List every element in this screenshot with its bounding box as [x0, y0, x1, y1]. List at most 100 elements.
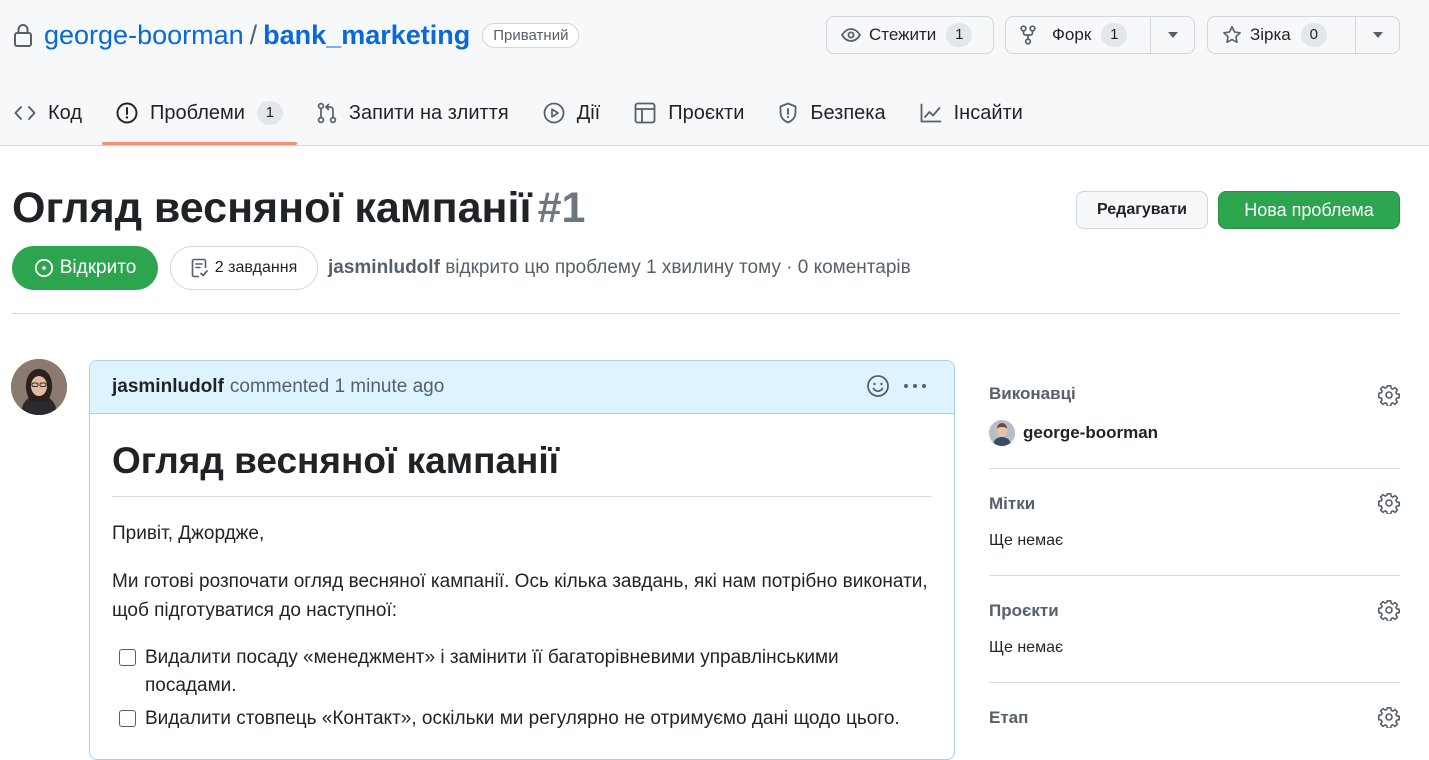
fork-icon [1020, 25, 1036, 45]
caret-down-icon [1372, 32, 1383, 38]
list-item: Видалити стовпець «Контакт», оскільки ми… [112, 705, 932, 733]
tasks-badge-label: 2 завдання [214, 259, 298, 276]
comment-intro: Ми готові розпочати огляд весняної кампа… [112, 571, 928, 621]
code-icon [14, 106, 36, 120]
issue-icon [116, 102, 138, 124]
kebab-horizontal-icon[interactable] [902, 374, 928, 398]
watch-group: Стежити 1 [826, 16, 994, 54]
avatar[interactable] [11, 359, 67, 415]
comment-author-link[interactable]: jasminludolf [112, 376, 224, 398]
checklist-icon [191, 258, 208, 278]
task-checkbox[interactable] [119, 710, 136, 727]
fork-count: 1 [1101, 23, 1128, 47]
comment-header: jasminludolf commented 1 minute ago [90, 361, 954, 414]
new-issue-button[interactable]: Нова проблема [1218, 191, 1400, 229]
sidebar-assignees: Виконавці george-boorman [989, 370, 1400, 469]
watch-button[interactable]: Стежити 1 [826, 16, 994, 54]
issue-author-link[interactable]: jasminludolf [328, 257, 440, 278]
tab-pull-requests-label: Запити на злиття [348, 101, 509, 124]
repo-name-link[interactable]: bank_marketing [263, 20, 470, 51]
tab-issues-label: Проблеми [150, 101, 245, 124]
play-icon [543, 102, 565, 124]
list-item: Видалити посаду «менеджмент» і замінити … [112, 644, 932, 700]
task-text: Видалити стовпець «Контакт», оскільки ми… [145, 708, 900, 729]
issue-number: #1 [537, 184, 586, 232]
gear-icon[interactable] [1378, 599, 1400, 626]
visibility-badge: Приватний [482, 22, 580, 48]
labels-title[interactable]: Мітки [989, 494, 1400, 514]
tab-pull-requests[interactable]: Запити на злиття [303, 84, 523, 142]
fork-group: Форк 1 [1005, 16, 1195, 54]
assignees-title[interactable]: Виконавці [989, 384, 1400, 404]
comment-body: Огляд весняної кампанії Привіт, Джордже,… [90, 414, 954, 733]
sidebar-milestone: Етап [989, 683, 1400, 743]
issue-state-badge: Відкрито [12, 246, 158, 290]
tab-actions[interactable]: Дії [529, 84, 615, 142]
task-text: Видалити посаду «менеджмент» і замінити … [145, 647, 839, 696]
fork-button[interactable]: Форк 1 [1005, 16, 1151, 54]
projects-title[interactable]: Проєкти [989, 601, 1400, 621]
assignee-avatar [989, 420, 1015, 446]
task-checkbox[interactable] [119, 649, 136, 666]
pull-request-icon [317, 102, 337, 124]
tasks-badge[interactable]: 2 завдання [170, 246, 318, 290]
star-dropdown-button[interactable] [1356, 16, 1400, 54]
gear-icon[interactable] [1378, 706, 1400, 733]
tab-issues-count: 1 [256, 101, 283, 125]
labels-value: Ще немає [989, 532, 1064, 549]
tab-insights[interactable]: Інсайти [906, 84, 1037, 142]
issue-state-label: Відкрито [59, 257, 137, 278]
eye-icon [841, 28, 861, 42]
assignee-entry[interactable]: george-boorman [989, 420, 1400, 446]
star-count: 0 [1300, 23, 1327, 47]
table-icon [634, 102, 656, 124]
gear-icon[interactable] [1378, 492, 1400, 519]
edit-button[interactable]: Редагувати [1076, 191, 1208, 229]
milestone-title[interactable]: Етап [989, 708, 1400, 728]
repo-nav-tabs: Код Проблеми 1 Запити на злиття Дії Проє… [0, 84, 1043, 146]
tab-insights-label: Інсайти [953, 101, 1023, 124]
header-divider [12, 313, 1400, 314]
caret-down-icon [1167, 32, 1178, 38]
watch-count: 1 [946, 23, 973, 47]
comment: jasminludolf commented 1 minute ago Огля… [89, 360, 955, 760]
assignee-name: george-boorman [1023, 423, 1159, 442]
tab-issues[interactable]: Проблеми 1 [102, 84, 297, 145]
comment-heading: Огляд весняної кампанії [112, 440, 932, 497]
comment-timestamp[interactable]: commented 1 minute ago [230, 376, 444, 398]
projects-value: Ще немає [989, 639, 1064, 656]
repo-owner-link[interactable]: george-boorman [44, 20, 244, 51]
graph-icon [920, 103, 942, 123]
repo-separator: / [249, 19, 258, 50]
watch-label: Стежити [869, 25, 937, 44]
issue-meta: jasminludolf відкрито цю проблему 1 хвил… [328, 257, 911, 279]
tab-security[interactable]: Безпека [764, 84, 899, 142]
tab-projects[interactable]: Проєкти [620, 84, 758, 142]
user-avatar-icon [11, 359, 67, 415]
fork-label: Форк [1052, 25, 1092, 44]
gear-icon[interactable] [1378, 384, 1400, 411]
tab-security-label: Безпека [810, 101, 886, 124]
tab-code[interactable]: Код [0, 84, 96, 142]
shield-icon [779, 102, 797, 124]
star-group: Зірка 0 [1207, 16, 1400, 54]
star-icon [1223, 26, 1241, 44]
repo-breadcrumb: george-boorman / bank_marketing Приватни… [12, 16, 580, 54]
issue-meta-text: відкрито цю проблему 1 хвилину тому · 0 … [445, 257, 911, 278]
issue-title-text: Огляд весняної кампанії [12, 184, 532, 232]
issue-open-icon [34, 258, 53, 278]
issue-sidebar: Виконавці george-boorman Мітки Ще немає … [989, 370, 1400, 743]
repo-header: george-boorman / bank_marketing Приватни… [0, 0, 1429, 146]
tab-code-label: Код [48, 101, 83, 124]
comment-greeting: Привіт, Джордже, [112, 523, 265, 544]
sidebar-projects: Проєкти Ще немає [989, 576, 1400, 683]
lock-icon [12, 22, 34, 48]
task-list: Видалити посаду «менеджмент» і замінити … [112, 644, 932, 733]
smiley-icon[interactable] [866, 374, 890, 398]
issue-title: Огляд весняної кампанії #1 [12, 184, 585, 233]
star-button[interactable]: Зірка 0 [1207, 16, 1356, 54]
tab-projects-label: Проєкти [668, 101, 745, 124]
comment-actions [854, 374, 928, 398]
sidebar-labels: Мітки Ще немає [989, 469, 1400, 576]
fork-dropdown-button[interactable] [1151, 16, 1195, 54]
